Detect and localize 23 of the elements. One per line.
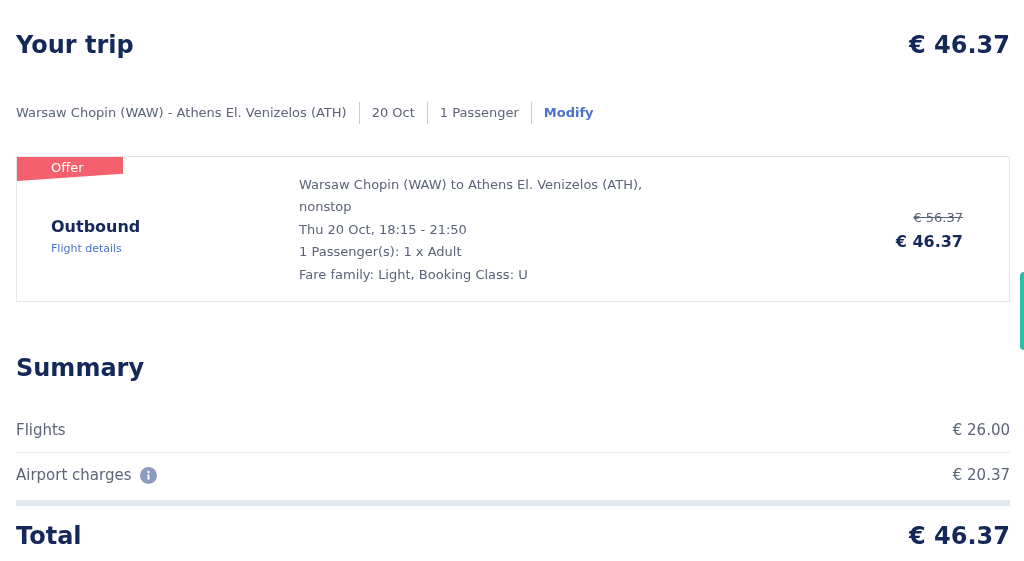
page-title: Your trip xyxy=(16,30,134,61)
flight-info: Warsaw Chopin (WAW) to Athens El. Venizelos (ATH), nonstop xyxy=(299,175,644,217)
old-price: € 56.37 xyxy=(913,209,963,228)
flight-info: 1 Passenger(s): 1 x Adult xyxy=(299,243,463,262)
route-info: 1 Passenger xyxy=(438,104,520,123)
flight-details-link[interactable]: Flight details xyxy=(51,240,299,258)
summary-title: Summary xyxy=(16,353,146,384)
offer-badge: Offer xyxy=(17,157,123,181)
summary-label: Airport charges xyxy=(16,465,132,487)
route-info: Warsaw Chopin (WAW) - Athens El. Venizelos (ATH) xyxy=(16,104,348,123)
modify-link[interactable]: Modify xyxy=(531,103,594,123)
total-label: Total xyxy=(16,521,82,552)
flight-info: Thu 20 Oct, 18:15 - 21:50 xyxy=(299,220,468,239)
summary-amount: € 20.37 xyxy=(952,465,1010,487)
trip-price: € 46.37 xyxy=(909,30,1010,61)
flight-info: Fare family: Light, Booking Class: U xyxy=(299,265,529,284)
summary-label: Flights xyxy=(16,419,66,441)
total-amount: € 46.37 xyxy=(909,521,1010,552)
direction-label: Outbound xyxy=(51,215,142,238)
info-icon[interactable] xyxy=(139,467,157,484)
flight-price: € 46.37 xyxy=(895,230,963,253)
summary-amount: € 26.00 xyxy=(952,419,1010,441)
route-info: 20 Oct xyxy=(370,104,416,123)
